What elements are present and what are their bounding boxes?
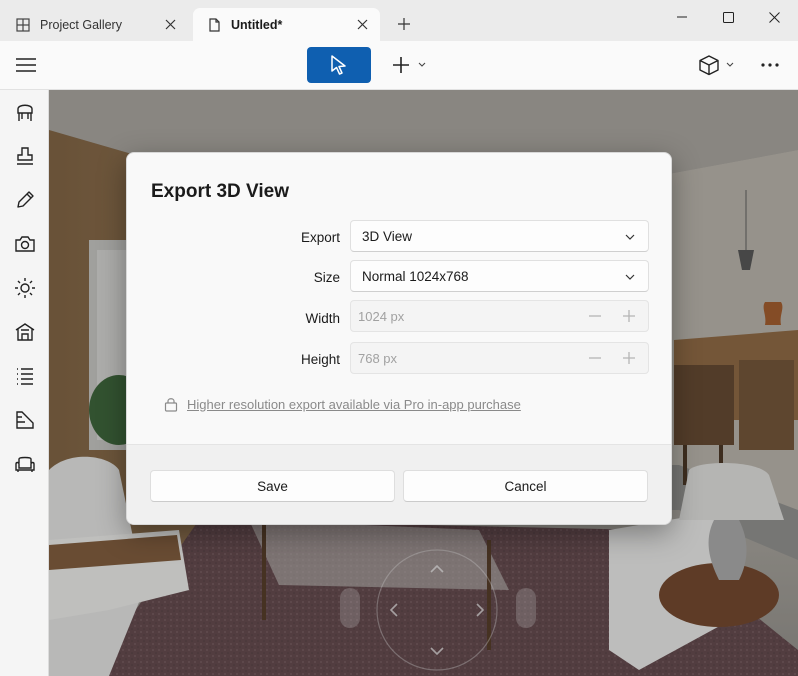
lock-icon bbox=[163, 396, 179, 412]
size-value: Normal 1024x768 bbox=[362, 268, 469, 284]
height-value: 768 px bbox=[358, 350, 398, 366]
close-icon[interactable] bbox=[751, 4, 797, 30]
tab-label: Project Gallery bbox=[40, 17, 122, 32]
document-icon bbox=[207, 17, 221, 32]
new-tab-icon[interactable] bbox=[394, 14, 414, 34]
hamburger-menu-icon[interactable] bbox=[6, 50, 46, 80]
sidebar bbox=[0, 90, 49, 676]
chevron-down-icon bbox=[624, 231, 636, 243]
size-dropdown[interactable]: Normal 1024x768 bbox=[350, 260, 649, 292]
cancel-button[interactable]: Cancel bbox=[403, 470, 648, 502]
more-icon[interactable] bbox=[752, 50, 788, 80]
materials-icon[interactable] bbox=[9, 404, 41, 436]
width-label: Width bbox=[305, 311, 340, 326]
list-icon[interactable] bbox=[9, 360, 41, 392]
tab-label: Untitled* bbox=[231, 17, 283, 32]
height-field: 768 px bbox=[350, 342, 649, 374]
stamp-icon[interactable] bbox=[9, 140, 41, 172]
minimize-icon[interactable] bbox=[659, 4, 705, 30]
export-dropdown[interactable]: 3D View bbox=[350, 220, 649, 252]
gallery-icon bbox=[16, 17, 30, 32]
minus-icon bbox=[588, 309, 602, 323]
title-bar: Project Gallery Untitled* bbox=[0, 0, 798, 41]
plus-icon bbox=[622, 309, 636, 323]
close-tab-icon[interactable] bbox=[354, 16, 370, 32]
dialog-footer: Save Cancel bbox=[127, 444, 671, 524]
pointer-icon[interactable] bbox=[307, 47, 371, 83]
furniture-icon[interactable] bbox=[9, 96, 41, 128]
sun-icon[interactable] bbox=[9, 272, 41, 304]
minus-icon bbox=[588, 351, 602, 365]
dialog-title: Export 3D View bbox=[151, 181, 289, 202]
export-label: Export bbox=[300, 230, 340, 245]
pencil-icon[interactable] bbox=[9, 184, 41, 216]
width-value: 1024 px bbox=[358, 308, 405, 324]
camera-icon[interactable] bbox=[9, 228, 41, 260]
width-field: 1024 px bbox=[350, 300, 649, 332]
sofa-icon[interactable] bbox=[9, 448, 41, 480]
export-value: 3D View bbox=[362, 228, 413, 244]
maximize-icon[interactable] bbox=[705, 4, 751, 30]
chevron-down-icon bbox=[624, 271, 636, 283]
tab-untitled[interactable]: Untitled* bbox=[193, 8, 380, 41]
pro-upgrade-link[interactable]: Higher resolution export available via P… bbox=[163, 396, 521, 412]
cube-icon[interactable] bbox=[694, 50, 740, 80]
size-label: Size bbox=[313, 270, 340, 285]
plus-icon bbox=[622, 351, 636, 365]
house-icon[interactable] bbox=[9, 316, 41, 348]
tab-project-gallery[interactable]: Project Gallery bbox=[2, 8, 188, 41]
export-3d-view-dialog: Export 3D View Export 3D View Size Norma… bbox=[126, 152, 672, 525]
height-label: Height bbox=[300, 352, 340, 367]
close-tab-icon[interactable] bbox=[162, 16, 178, 32]
toolbar bbox=[0, 41, 798, 90]
save-button[interactable]: Save bbox=[150, 470, 395, 502]
add-dropdown-button[interactable] bbox=[386, 50, 432, 80]
pro-note-text: Higher resolution export available via P… bbox=[187, 396, 521, 412]
